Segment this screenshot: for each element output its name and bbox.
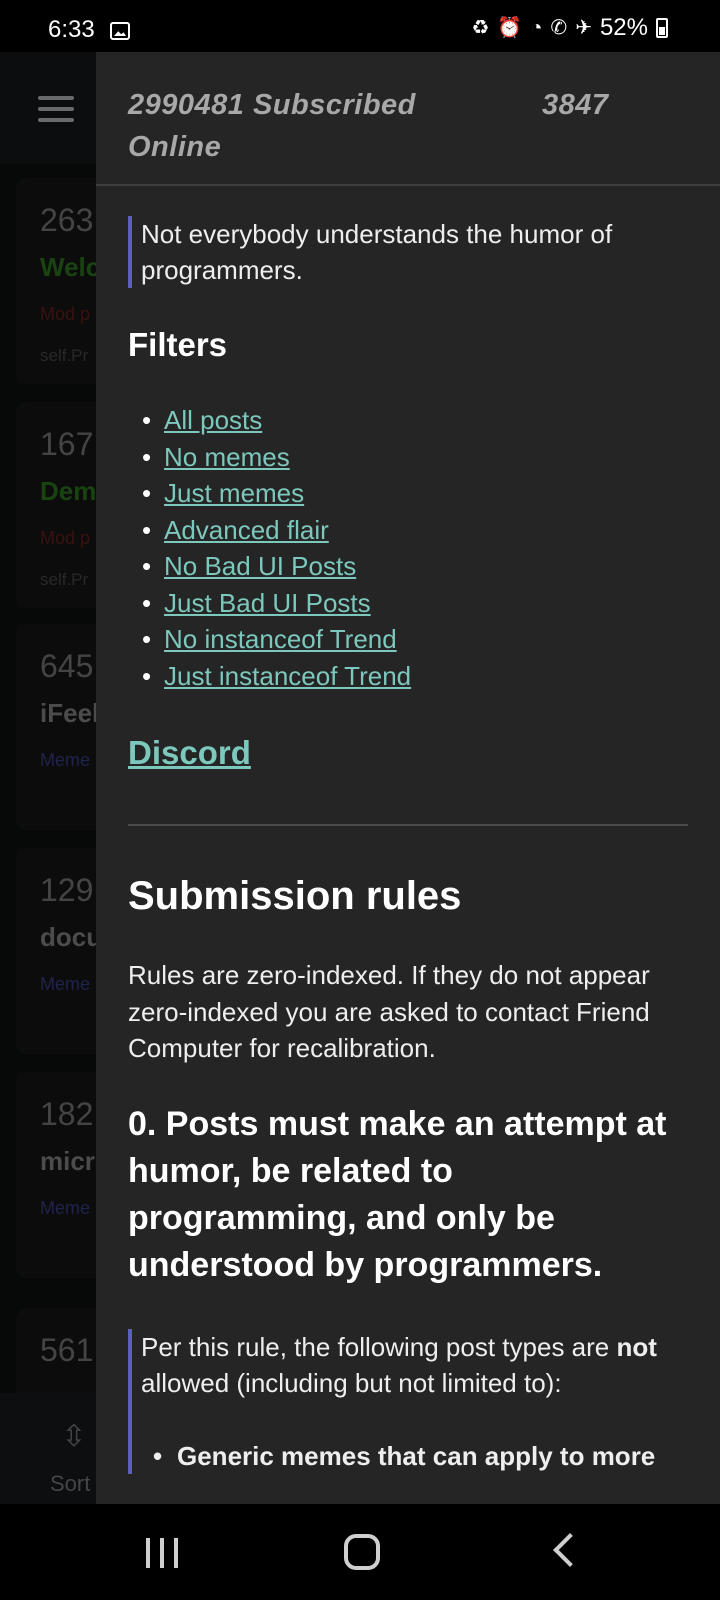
rule-0-quote-bold: not (616, 1331, 657, 1362)
submission-rules-heading: Submission rules (128, 874, 462, 918)
recent-apps-icon[interactable] (146, 1538, 178, 1568)
rules-intro: Rules are zero-indexed. If they do not a… (128, 960, 650, 1063)
rule-0-quote-suffix: allowed (including but not limited to): (141, 1368, 562, 1398)
subreddit-description: Not everybody understands the humor of p… (128, 216, 688, 288)
list-item: No instanceof Trend (142, 621, 688, 658)
list-item: Just Bad UI Posts (142, 585, 688, 622)
battery-saver-icon: ♻ (471, 17, 490, 39)
rule-0-heading: 0. Posts must make an attempt at humor, … (128, 1104, 667, 1284)
subscriber-count: 2990481 Subscribed (128, 89, 416, 121)
rule-0-bullet-text: Generic memes that can apply to more (177, 1440, 656, 1471)
filter-link-just-bad-ui[interactable]: Just Bad UI Posts (164, 585, 371, 622)
divider (128, 824, 688, 826)
gallery-icon (110, 22, 130, 40)
subreddit-sidebar-drawer: 2990481 Subscribed 3847 Online Not every… (96, 52, 720, 1504)
filter-link-no-bad-ui[interactable]: No Bad UI Posts (164, 548, 356, 585)
discord-link[interactable]: Discord (128, 734, 251, 772)
airplane-icon: ✈ (575, 17, 592, 39)
home-icon[interactable] (344, 1534, 380, 1570)
rule-0-quote: Per this rule, the following post types … (128, 1328, 688, 1475)
list-item: No memes (142, 439, 688, 476)
list-item: No Bad UI Posts (142, 548, 688, 585)
list-item: Generic memes that can apply to more (153, 1438, 688, 1475)
system-nav-bar (0, 1504, 720, 1600)
list-item: Just memes (142, 475, 688, 512)
battery-percent: 52% (599, 14, 648, 41)
back-icon[interactable] (553, 1533, 587, 1567)
filter-link-advanced-flair[interactable]: Advanced flair (164, 512, 329, 549)
filter-link-no-instanceof[interactable]: No instanceof Trend (164, 621, 397, 658)
online-label: Online (128, 131, 222, 163)
filter-link-all-posts[interactable]: All posts (164, 402, 262, 439)
sidebar-content: Not everybody understands the humor of p… (128, 216, 688, 1474)
wifi-icon: ◔ (530, 17, 543, 39)
list-item: Just instanceof Trend (142, 658, 688, 695)
status-icons: ♻ ⏰ ◔ ✆ ✈ 52% (471, 14, 668, 42)
list-item: All posts (142, 402, 688, 439)
list-item: Advanced flair (142, 512, 688, 549)
filter-link-no-memes[interactable]: No memes (164, 439, 290, 476)
sidebar-header: 2990481 Subscribed 3847 Online (96, 52, 720, 186)
filters-list: All posts No memes Just memes Advanced f… (128, 402, 688, 694)
status-time: 6:33 (48, 16, 95, 43)
alarm-icon: ⏰ (497, 17, 523, 39)
subreddit-stats: 2990481 Subscribed 3847 Online (128, 84, 608, 168)
filter-link-just-instanceof[interactable]: Just instanceof Trend (164, 658, 411, 695)
filters-heading: Filters (128, 326, 228, 363)
online-count: 3847 (542, 89, 609, 121)
wifi-calling-icon: ✆ (550, 17, 568, 39)
battery-icon (656, 18, 668, 38)
filter-link-just-memes[interactable]: Just memes (164, 475, 304, 512)
status-bar: 6:33 ♻ ⏰ ◔ ✆ ✈ 52% (0, 0, 720, 52)
rule-0-quote-prefix: Per this rule, the following post types … (141, 1331, 610, 1362)
rule-0-bullets: Generic memes that can apply to more (141, 1438, 688, 1475)
